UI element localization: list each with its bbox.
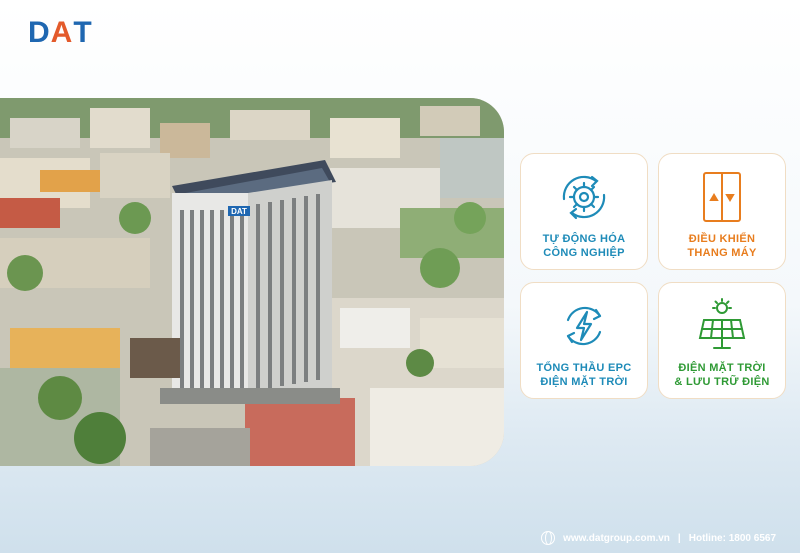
footer-contact: www.datgroup.com.vn | Hotline: 1800 6567: [541, 531, 776, 545]
service-label: TỔNG THẦU EPC ĐIỆN MẶT TRỜI: [536, 362, 632, 388]
logo-letter-t: T: [73, 16, 93, 49]
service-card-elevator-control[interactable]: ĐIỀU KHIỂN THANG MÁY: [658, 153, 786, 270]
footer-separator: |: [677, 532, 681, 544]
building-sign: DAT: [231, 207, 247, 216]
logo-letter-a: A: [50, 16, 74, 49]
service-card-epc-solar[interactable]: TỔNG THẦU EPC ĐIỆN MẶT TRỜI: [520, 282, 648, 399]
energy-bolt-icon: [553, 297, 615, 355]
dat-logo: DAT: [28, 16, 93, 50]
service-label: TỰ ĐỘNG HÓA CÔNG NGHIỆP: [542, 233, 626, 259]
logo-letter-d: D: [28, 16, 51, 49]
service-card-solar-storage[interactable]: ĐIỆN MẶT TRỜI & LƯU TRỮ ĐIỆN: [658, 282, 786, 399]
website-link[interactable]: www.datgroup.com.vn: [563, 533, 670, 544]
solar-panel-icon: [691, 297, 753, 355]
globe-icon: [541, 531, 556, 545]
elevator-icon: [691, 168, 753, 226]
service-label: ĐIỀU KHIỂN THANG MÁY: [687, 233, 757, 259]
service-label: ĐIỆN MẶT TRỜI & LƯU TRỮ ĐIỆN: [674, 362, 770, 388]
gear-cycle-icon: [553, 168, 615, 226]
hotline-text[interactable]: Hotline: 1800 6567: [689, 533, 776, 544]
services-grid: TỰ ĐỘNG HÓA CÔNG NGHIỆP ĐIỀU KHIỂN THANG…: [520, 153, 788, 399]
headquarters-photo: DAT: [0, 98, 504, 466]
service-card-industrial-automation[interactable]: TỰ ĐỘNG HÓA CÔNG NGHIỆP: [520, 153, 648, 270]
